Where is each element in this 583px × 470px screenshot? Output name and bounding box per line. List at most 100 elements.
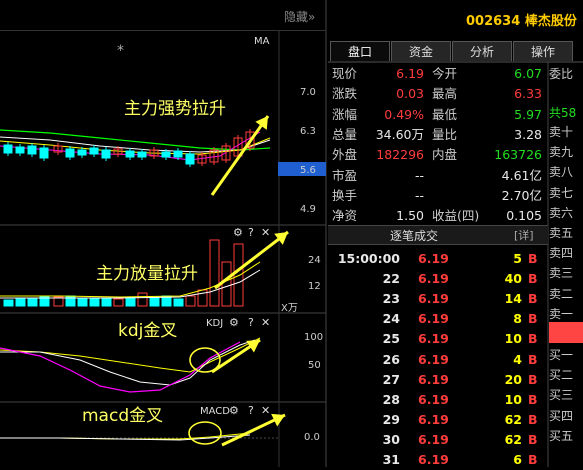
tick-time: 30	[382, 431, 400, 447]
help-icon[interactable]: ?	[248, 316, 254, 329]
quote-value: 5.97	[514, 106, 542, 122]
close-icon[interactable]: ✕	[261, 226, 270, 239]
quote-label: 净资	[332, 208, 358, 224]
tick-side: B	[528, 271, 538, 287]
tick-time: 25	[382, 331, 400, 347]
quote-row: 外盘 182296 内盘 163726	[332, 145, 546, 164]
tab-handicap[interactable]: 盘口	[330, 41, 390, 61]
quote-value: 182296	[376, 147, 424, 163]
quote-value: 4.61亿	[501, 167, 542, 183]
tab-label: 分析	[469, 45, 494, 59]
tick-time: 31	[382, 452, 400, 467]
tick-volume: 62	[504, 411, 522, 427]
tick-row: 24 6.19 8 B	[328, 309, 548, 329]
tick-row: 22 6.19 40 B	[328, 269, 548, 289]
kdj-axis-label: 100	[304, 332, 324, 343]
volume-bar	[15, 298, 26, 307]
tick-time: 26	[382, 351, 400, 367]
tab-operation[interactable]: 操作	[513, 41, 573, 61]
volume-bar	[209, 239, 220, 307]
settings-icon[interactable]: ⚙	[229, 316, 239, 329]
annotation-macd: macd金叉	[82, 406, 164, 426]
volume-bar	[77, 297, 88, 307]
tick-row: 26 6.19 4 B	[328, 350, 548, 370]
sell-level-label: 卖八	[549, 165, 574, 180]
sell-level-label: 卖二	[549, 286, 574, 301]
quote-value: 3.28	[514, 126, 542, 142]
volume-bar	[89, 298, 100, 307]
tick-time: 27	[382, 371, 400, 387]
candle-body	[89, 147, 99, 155]
arrow-volume-shaft	[214, 230, 289, 290]
volume-bar	[173, 298, 184, 307]
candle-body	[161, 151, 171, 158]
price-axis-label: 7.0	[300, 87, 316, 98]
settings-icon[interactable]: ⚙	[233, 226, 243, 239]
settings-icon[interactable]: ⚙	[229, 404, 239, 417]
annotation-kdj: kdj金叉	[118, 321, 178, 341]
tick-price: 6.19	[418, 452, 449, 467]
tick-header: 逐笔成交 [详]	[328, 225, 548, 245]
tick-volume: 8	[513, 311, 522, 327]
tick-time: 28	[382, 391, 400, 407]
volume-bar	[149, 297, 160, 307]
volume-bar	[221, 261, 232, 307]
candle-body	[27, 145, 37, 155]
sell-level-label: 卖六	[549, 205, 574, 220]
quote-value: 2.70亿	[501, 187, 542, 203]
candle-body	[65, 148, 75, 158]
tick-time: 23	[382, 291, 400, 307]
volume-bar	[3, 299, 14, 307]
quote-value: --	[414, 167, 424, 183]
sell-level-label: 卖三	[549, 266, 574, 281]
tick-price: 6.19	[418, 431, 449, 447]
tick-price: 6.19	[418, 271, 449, 287]
quote-row: 涨幅 0.49% 最低 5.97	[332, 105, 546, 124]
help-icon[interactable]: ?	[248, 404, 254, 417]
close-icon[interactable]: ✕	[261, 404, 270, 417]
hide-label: 隐藏	[284, 10, 309, 24]
help-icon[interactable]: ?	[248, 226, 254, 239]
tab-funds[interactable]: 资金	[391, 41, 451, 61]
close-icon[interactable]: ✕	[261, 316, 270, 329]
tick-price: 6.19	[418, 291, 449, 307]
buy-level-label: 买一	[549, 348, 574, 362]
candle-body	[185, 153, 195, 165]
quote-row: 现价 6.19 今开 6.07	[332, 64, 546, 83]
quote-row: 换手 -- 2.70亿	[332, 186, 546, 205]
tick-volume: 4	[513, 351, 522, 367]
tick-row: 15:00:00 6.19 5 B	[328, 249, 548, 269]
buy-level-label: 买四	[549, 408, 574, 423]
candle-body	[39, 147, 49, 159]
tick-price: 6.19	[418, 311, 449, 327]
tick-volume: 14	[504, 291, 522, 307]
tick-row: 30 6.19 62 B	[328, 430, 548, 450]
tick-row: 29 6.19 62 B	[328, 410, 548, 430]
tick-side: B	[528, 411, 538, 427]
arrow-price-head	[255, 116, 268, 130]
quote-label: 最高	[432, 86, 458, 102]
tick-side: B	[528, 251, 538, 266]
hide-button[interactable]: 隐藏»	[284, 8, 315, 25]
candle-body	[15, 146, 25, 154]
star-marker: *	[117, 43, 124, 59]
quote-label: 内盘	[432, 147, 458, 163]
quote-label: 现价	[332, 66, 358, 81]
volume-axis-label: 12	[308, 281, 321, 292]
quote-label: 量比	[432, 126, 458, 142]
quote-label: 涨跌	[332, 86, 358, 102]
total-label: 共58	[549, 106, 577, 120]
candle-body	[101, 149, 111, 159]
tick-price: 6.19	[418, 331, 449, 347]
candle-body	[3, 144, 13, 154]
quote-label: 总量	[332, 126, 358, 142]
macd-axis-label: 0.0	[304, 432, 320, 443]
tab-analysis[interactable]: 分析	[452, 41, 512, 61]
quote-value: 163726	[494, 147, 542, 163]
price-highlight-bar	[549, 322, 583, 343]
tick-detail-link[interactable]: [详]	[514, 227, 534, 243]
tick-side: B	[528, 291, 538, 307]
volume-bar	[27, 297, 38, 307]
buy-level-label: 买三	[549, 388, 574, 403]
volume-bar	[101, 297, 112, 307]
